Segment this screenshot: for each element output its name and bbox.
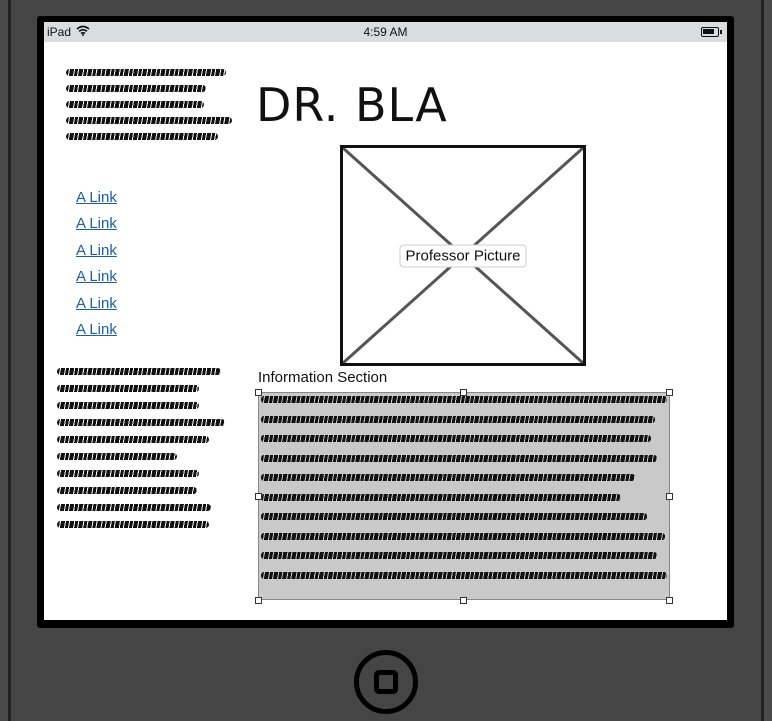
scribble-line xyxy=(66,69,226,76)
scribble-line xyxy=(261,513,647,520)
scribble-line xyxy=(261,532,665,540)
scribble-line xyxy=(66,133,218,140)
scribble-line xyxy=(261,474,635,481)
scribble-line xyxy=(57,521,209,528)
sidebar-bottom-text xyxy=(57,368,227,538)
status-bar: iPad 4:59 AM xyxy=(44,22,727,42)
scribble-line xyxy=(57,368,221,375)
resize-handle[interactable] xyxy=(255,597,262,604)
screen: iPad 4:59 AM A Link A Link A Link A Link… xyxy=(44,22,727,620)
scribble-line xyxy=(66,85,206,92)
sidebar-link[interactable]: A Link xyxy=(76,320,117,346)
scribble-line xyxy=(57,402,199,409)
resize-handle[interactable] xyxy=(666,389,673,396)
resize-handle[interactable] xyxy=(666,597,673,604)
resize-handle[interactable] xyxy=(460,597,467,604)
battery-icon xyxy=(701,27,722,37)
resize-handle[interactable] xyxy=(255,389,262,396)
status-time: 4:59 AM xyxy=(363,25,408,39)
page-title: DR. BLA xyxy=(256,78,448,132)
resize-handle[interactable] xyxy=(666,493,673,500)
scribble-line xyxy=(57,470,199,477)
scribble-line xyxy=(57,436,209,443)
scribble-line xyxy=(57,487,197,494)
scribble-line xyxy=(261,493,621,501)
scribble-line xyxy=(57,385,199,392)
sidebar-link[interactable]: A Link xyxy=(76,294,117,320)
home-button[interactable] xyxy=(354,650,418,714)
information-section-label: Information Section xyxy=(258,369,388,386)
scribble-line xyxy=(261,454,657,462)
home-button-icon xyxy=(374,670,398,694)
resize-handle[interactable] xyxy=(255,493,262,500)
sidebar-intro-text xyxy=(66,69,234,149)
scribble-line xyxy=(261,571,667,579)
information-section-box[interactable] xyxy=(258,392,670,600)
image-label: Professor Picture xyxy=(399,244,527,267)
tablet-device-frame: iPad 4:59 AM A Link A Link A Link A Link… xyxy=(0,0,772,721)
sidebar-link[interactable]: A Link xyxy=(76,241,117,267)
scribble-line xyxy=(57,453,177,460)
scribble-line xyxy=(57,419,225,426)
sidebar-links: A Link A Link A Link A Link A Link A Lin… xyxy=(76,188,117,346)
scribble-line xyxy=(66,117,232,124)
scribble-line xyxy=(261,552,657,559)
scribble-line xyxy=(261,435,651,442)
resize-handle[interactable] xyxy=(460,389,467,396)
professor-picture-placeholder: Professor Picture xyxy=(340,145,586,366)
sidebar-link[interactable]: A Link xyxy=(76,214,117,240)
sidebar-link[interactable]: A Link xyxy=(76,267,117,293)
scribble-line xyxy=(261,415,655,423)
sidebar-link[interactable]: A Link xyxy=(76,188,117,214)
scribble-line xyxy=(261,396,667,403)
scribble-line xyxy=(66,101,204,108)
scribble-line xyxy=(57,504,211,511)
